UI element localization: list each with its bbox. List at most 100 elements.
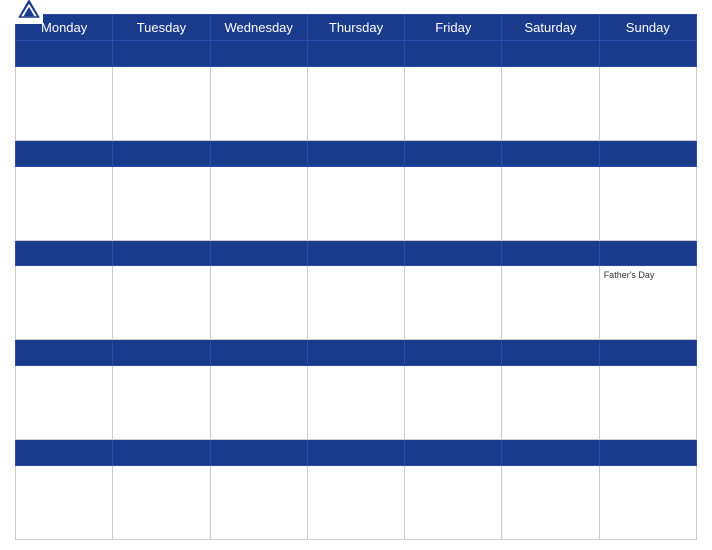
day-num-cell: 5: [405, 41, 502, 67]
day-num-cell: 7: [599, 41, 696, 67]
day-cell: [16, 366, 113, 440]
day-number: 29: [20, 443, 33, 457]
weekday-header-tuesday: Tuesday: [113, 15, 210, 41]
day-cell: [405, 266, 502, 340]
day-cell: [502, 266, 599, 340]
day-cell: [210, 166, 307, 240]
day-number: 10: [215, 144, 228, 158]
day-num-cell: 2: [113, 41, 210, 67]
day-number: 19: [409, 244, 422, 258]
day-number: 24: [215, 343, 228, 357]
day-num-cell: 22: [16, 340, 113, 366]
day-number: 5: [409, 44, 416, 58]
day-num-cell: 30: [113, 440, 210, 466]
day-cell: [599, 66, 696, 140]
weekday-header-saturday: Saturday: [502, 15, 599, 41]
weekday-header-sunday: Sunday: [599, 15, 696, 41]
day-num-cell: 3: [210, 41, 307, 67]
day-number: 26: [409, 343, 422, 357]
day-cell: [16, 266, 113, 340]
day-num-cell: 20: [502, 240, 599, 266]
day-cell: [307, 366, 404, 440]
day-number: 14: [604, 144, 617, 158]
day-number: 6: [506, 44, 513, 58]
day-number: 27: [506, 343, 519, 357]
day-num-cell: 11: [307, 140, 404, 166]
day-number: 17: [215, 244, 228, 258]
day-number: 30: [117, 443, 130, 457]
day-number: 4: [312, 44, 319, 58]
weekday-header-thursday: Thursday: [307, 15, 404, 41]
day-cell: [210, 466, 307, 540]
weekday-header-row: MondayTuesdayWednesdayThursdayFridaySatu…: [16, 15, 697, 41]
week-num-row-1: 1 2 3 4 5 6 7: [16, 41, 697, 67]
day-cell: [113, 266, 210, 340]
day-cell: [599, 166, 696, 240]
week-content-row-5: [16, 466, 697, 540]
day-num-cell: [599, 440, 696, 466]
day-cell: [599, 466, 696, 540]
day-number: 25: [312, 343, 325, 357]
day-num-cell: 6: [502, 41, 599, 67]
day-cell: [16, 166, 113, 240]
week-content-row-1: [16, 66, 697, 140]
weekday-header-wednesday: Wednesday: [210, 15, 307, 41]
week-content-row-4: [16, 366, 697, 440]
day-number: 9: [117, 144, 124, 158]
day-cell: [113, 166, 210, 240]
day-number: 7: [604, 44, 611, 58]
day-cell: [113, 66, 210, 140]
day-number: 1: [20, 44, 27, 58]
day-num-cell: 27: [502, 340, 599, 366]
day-cell: [113, 466, 210, 540]
day-number: 2: [117, 44, 124, 58]
week-content-row-2: [16, 166, 697, 240]
day-num-cell: 18: [307, 240, 404, 266]
day-cell: [210, 366, 307, 440]
day-cell: [307, 466, 404, 540]
day-num-cell: [502, 440, 599, 466]
week-num-row-5: 29 30: [16, 440, 697, 466]
day-number: 13: [506, 144, 519, 158]
day-number: 3: [215, 44, 222, 58]
day-num-cell: 17: [210, 240, 307, 266]
day-cell: [405, 466, 502, 540]
day-number: 12: [409, 144, 422, 158]
week-num-row-3: 15 16 17 18 19 20 21: [16, 240, 697, 266]
day-cell: [405, 166, 502, 240]
day-number: 20: [506, 244, 519, 258]
day-num-cell: 28: [599, 340, 696, 366]
day-number: 22: [20, 343, 33, 357]
day-cell: [502, 66, 599, 140]
day-cell: [502, 166, 599, 240]
week-num-row-4: 22232425262728: [16, 340, 697, 366]
day-cell: [405, 366, 502, 440]
day-cell: [307, 166, 404, 240]
day-cell: [16, 66, 113, 140]
day-cell: [599, 366, 696, 440]
day-number: 8: [20, 144, 27, 158]
day-num-cell: [405, 440, 502, 466]
weekday-header-friday: Friday: [405, 15, 502, 41]
day-cell: [307, 266, 404, 340]
day-num-cell: 26: [405, 340, 502, 366]
day-number: 21: [604, 244, 617, 258]
day-num-cell: 25: [307, 340, 404, 366]
day-num-cell: 1: [16, 41, 113, 67]
day-num-cell: 24: [210, 340, 307, 366]
day-cell: [16, 466, 113, 540]
logo: [15, 0, 46, 24]
day-cell: [210, 266, 307, 340]
day-num-cell: 15: [16, 240, 113, 266]
day-num-cell: [307, 440, 404, 466]
day-num-cell: 29: [16, 440, 113, 466]
day-num-cell: [210, 440, 307, 466]
logo-icon: [15, 0, 43, 24]
week-content-row-3: Father's Day: [16, 266, 697, 340]
day-number: 28: [604, 343, 617, 357]
day-number: 15: [20, 244, 33, 258]
day-cell: [502, 466, 599, 540]
day-num-cell: 16: [113, 240, 210, 266]
day-num-cell: 9: [113, 140, 210, 166]
day-num-cell: 21: [599, 240, 696, 266]
